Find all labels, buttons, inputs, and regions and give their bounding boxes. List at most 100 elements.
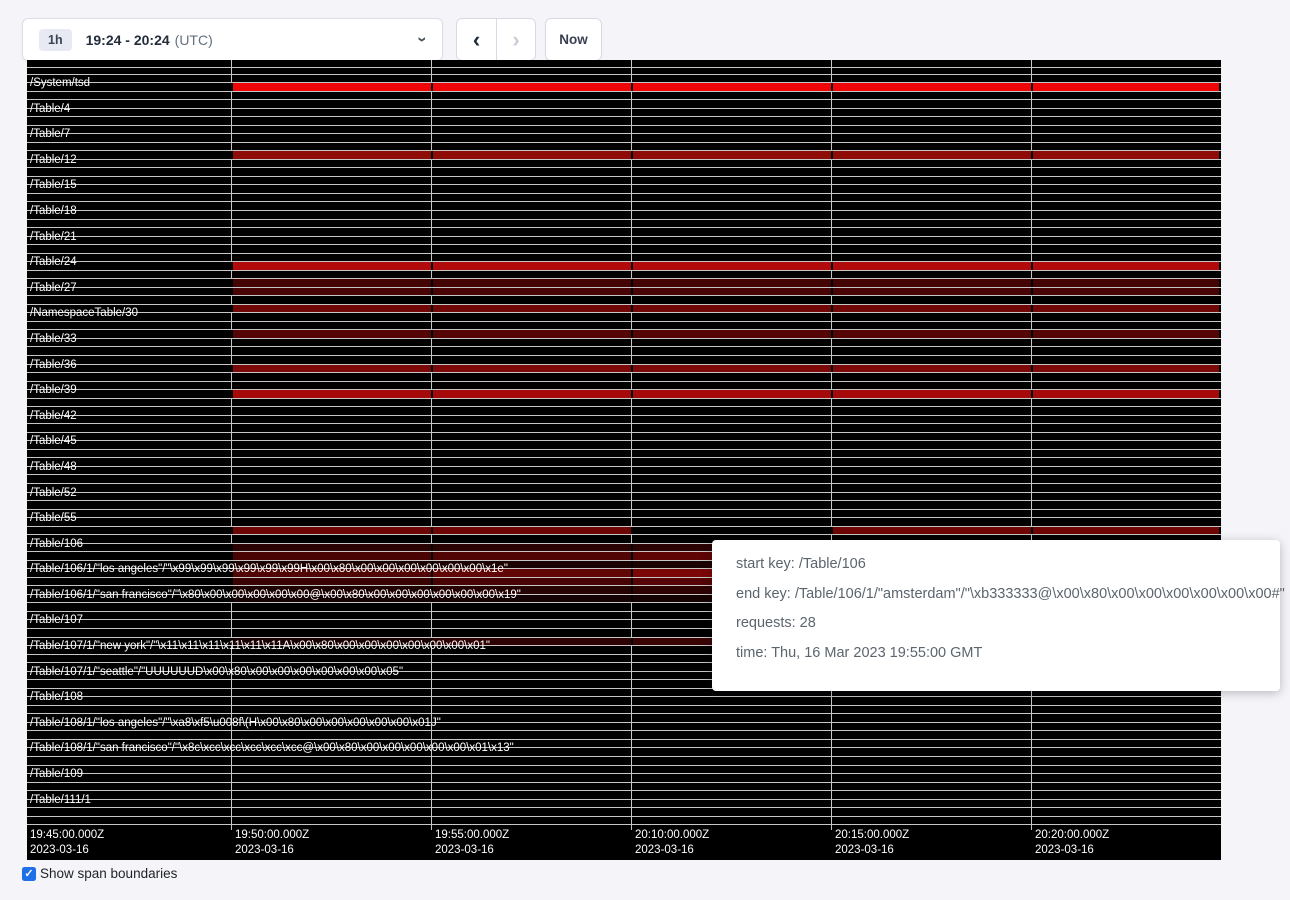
span-band[interactable] (27, 75, 1221, 83)
span-row[interactable]: /Table/45 (27, 441, 1221, 467)
span-band[interactable] (27, 151, 1221, 160)
span-band[interactable] (27, 60, 1221, 68)
span-band[interactable] (27, 433, 1221, 442)
span-band[interactable] (27, 68, 1221, 76)
span-band[interactable] (27, 134, 1221, 143)
next-range-button[interactable]: › (496, 18, 536, 61)
span-band[interactable] (27, 808, 1221, 817)
span-band[interactable] (27, 339, 1221, 348)
span-band[interactable] (27, 330, 1221, 339)
span-band[interactable] (27, 177, 1221, 186)
span-band[interactable] (27, 416, 1221, 425)
span-row[interactable]: /Table/18 (27, 211, 1221, 237)
span-band[interactable] (27, 160, 1221, 169)
span-band[interactable] (27, 697, 1221, 706)
span-band[interactable] (27, 92, 1221, 101)
span-band[interactable] (27, 791, 1221, 800)
span-band[interactable] (27, 390, 1221, 399)
span-band[interactable] (27, 211, 1221, 220)
span-band[interactable] (27, 143, 1221, 152)
span-band[interactable] (27, 501, 1221, 510)
span-row[interactable]: /System/tsd (27, 83, 1221, 109)
span-band[interactable] (27, 382, 1221, 391)
span-row[interactable]: /Table/12 (27, 160, 1221, 186)
span-band[interactable] (27, 126, 1221, 135)
span-band[interactable] (27, 168, 1221, 177)
span-band[interactable] (27, 706, 1221, 715)
span-band[interactable] (27, 296, 1221, 305)
span-band[interactable] (27, 757, 1221, 766)
span-band-segment (431, 279, 631, 287)
span-row[interactable]: /Table/42 (27, 416, 1221, 442)
span-row[interactable]: /Table/7 (27, 134, 1221, 160)
span-band[interactable] (27, 373, 1221, 382)
axis-tick-label: 20:10:00.000Z2023-03-16 (635, 828, 709, 857)
span-band[interactable] (27, 783, 1221, 792)
span-band[interactable] (27, 365, 1221, 374)
span-band[interactable] (27, 83, 1221, 92)
span-row[interactable]: /Table/4 (27, 109, 1221, 135)
span-row[interactable]: /Table/108/1/"san francisco"/"\x8c\xcc\x… (27, 748, 1221, 774)
span-row[interactable]: /Table/48 (27, 467, 1221, 493)
span-row[interactable]: /Table/27 (27, 288, 1221, 314)
span-row[interactable]: /Table/24 (27, 262, 1221, 288)
span-band[interactable] (27, 518, 1221, 527)
span-band[interactable] (27, 731, 1221, 740)
span-band[interactable] (27, 185, 1221, 194)
span-band[interactable] (27, 100, 1221, 109)
span-band[interactable] (27, 254, 1221, 263)
span-band[interactable] (27, 800, 1221, 809)
show-span-boundaries-label: Show span boundaries (40, 866, 177, 881)
span-band[interactable] (27, 194, 1221, 203)
span-band[interactable] (27, 458, 1221, 467)
span-band[interactable] (27, 399, 1221, 408)
span-band[interactable] (27, 817, 1221, 826)
show-span-boundaries-checkbox[interactable]: ✓ (22, 867, 36, 881)
axis-tick-mark (431, 825, 432, 830)
span-band[interactable] (27, 245, 1221, 254)
span-band[interactable] (27, 322, 1221, 331)
previous-range-button[interactable]: ‹ (456, 18, 496, 61)
span-band[interactable] (27, 356, 1221, 365)
toolbar: 1h 19:24 - 20:24 (UTC) › ‹ › Now (0, 0, 1290, 60)
time-range-selector[interactable]: 1h 19:24 - 20:24 (UTC) › (22, 18, 443, 61)
span-band[interactable] (27, 347, 1221, 356)
span-band[interactable] (27, 484, 1221, 493)
span-band[interactable] (27, 424, 1221, 433)
span-band[interactable] (27, 407, 1221, 416)
span-band[interactable] (27, 441, 1221, 450)
span-band[interactable] (27, 493, 1221, 502)
span-row[interactable]: /Table/21 (27, 237, 1221, 263)
span-row[interactable]: /Table/39 (27, 390, 1221, 416)
span-band[interactable] (27, 237, 1221, 246)
span-band[interactable] (27, 109, 1221, 118)
span-band[interactable] (27, 271, 1221, 280)
span-band[interactable] (27, 467, 1221, 476)
tooltip-start-key: start key: /Table/106 (736, 556, 1256, 572)
span-row[interactable]: /Table/52 (27, 493, 1221, 519)
span-band[interactable] (27, 450, 1221, 459)
span-band[interactable] (27, 262, 1221, 271)
span-band[interactable] (27, 527, 1221, 536)
span-band[interactable] (27, 117, 1221, 126)
span-band[interactable] (27, 279, 1221, 288)
span-row[interactable]: /NamespaceTable/30 (27, 313, 1221, 339)
span-row[interactable]: /Table/111/1 (27, 800, 1221, 826)
span-band[interactable] (27, 774, 1221, 783)
span-band[interactable] (27, 475, 1221, 484)
span-band[interactable] (27, 288, 1221, 297)
key-visualizer-canvas[interactable]: /System/tsd/Table/4/Table/7/Table/12/Tab… (27, 60, 1221, 860)
span-band[interactable] (27, 305, 1221, 314)
span-band[interactable] (27, 220, 1221, 229)
span-row[interactable]: /Table/15 (27, 185, 1221, 211)
span-row[interactable]: /Table/33 (27, 339, 1221, 365)
span-row[interactable] (27, 60, 1221, 83)
span-row[interactable]: /Table/36 (27, 365, 1221, 391)
span-band[interactable] (27, 510, 1221, 519)
span-band[interactable] (27, 228, 1221, 237)
span-band[interactable] (27, 202, 1221, 211)
span-band[interactable] (27, 313, 1221, 322)
now-button[interactable]: Now (545, 18, 602, 61)
span-band[interactable] (27, 766, 1221, 775)
span-row[interactable]: /Table/109 (27, 774, 1221, 800)
